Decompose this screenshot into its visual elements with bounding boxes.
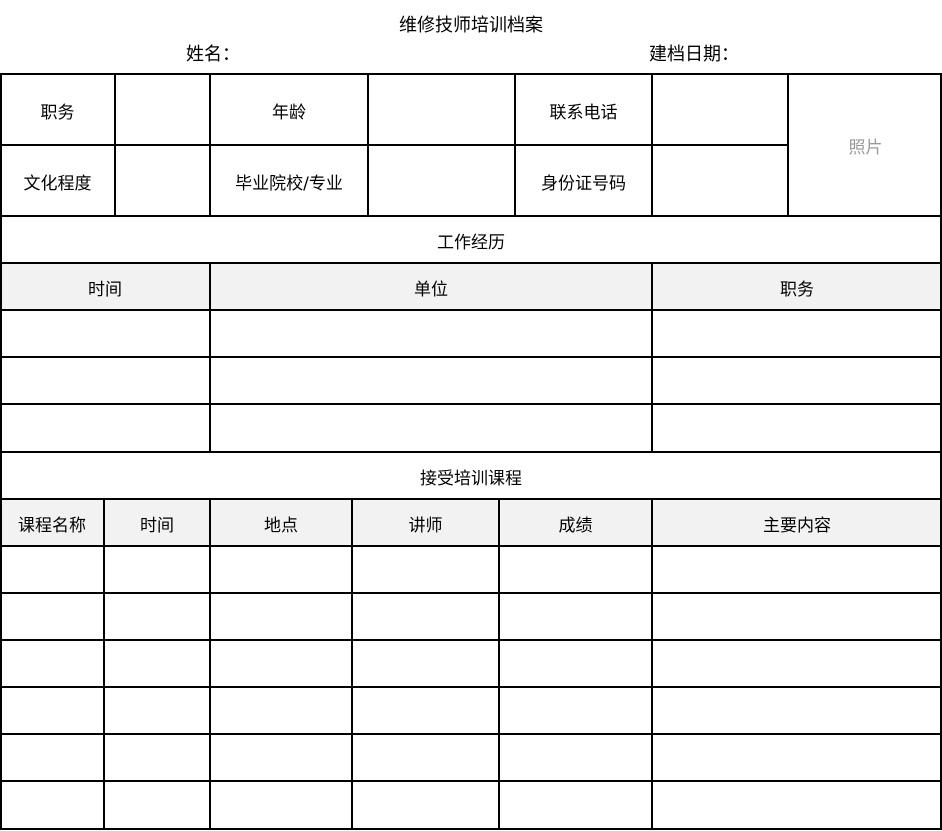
id-value-cell[interactable] <box>652 146 788 216</box>
work-col-time: 时间 <box>88 279 122 300</box>
training-col-time: 时间 <box>140 515 174 536</box>
training-row[interactable] <box>0 594 942 640</box>
table-rule <box>351 498 353 830</box>
photo-placeholder[interactable]: 照片 <box>789 75 942 216</box>
table-rule <box>0 733 942 735</box>
table-rule <box>367 73 369 217</box>
education-value-cell[interactable] <box>115 146 210 216</box>
date-label: 建档日期： <box>649 44 739 65</box>
table-rule <box>209 262 211 453</box>
position-label: 职务 <box>40 102 75 123</box>
work-col-position: 职务 <box>780 279 814 300</box>
training-col-course: 课程名称 <box>18 515 86 536</box>
table-rule <box>0 451 942 453</box>
work-row[interactable] <box>0 311 942 357</box>
table-rule <box>0 686 942 688</box>
age-value-cell[interactable] <box>368 75 515 145</box>
phone-label: 联系电话 <box>549 102 618 123</box>
table-rule <box>103 498 105 830</box>
table-rule <box>0 780 942 782</box>
table-border-left <box>0 73 2 830</box>
table-rule <box>651 498 653 830</box>
table-rule <box>514 73 516 217</box>
table-rule <box>0 592 942 594</box>
table-rule <box>0 262 942 264</box>
table-border-bottom <box>0 828 942 830</box>
table-rule <box>0 144 789 146</box>
table-rule <box>787 73 789 217</box>
page-title: 维修技师培训档案 <box>399 15 543 36</box>
table-rule <box>0 356 942 358</box>
table-rule <box>114 73 116 217</box>
work-row[interactable] <box>0 358 942 404</box>
training-row[interactable] <box>0 688 942 734</box>
table-rule <box>0 403 942 405</box>
training-col-location: 地点 <box>264 515 298 536</box>
training-row[interactable] <box>0 782 942 828</box>
table-border-top <box>0 73 942 75</box>
work-section-title: 工作经历 <box>437 232 505 253</box>
training-section-title: 接受培训课程 <box>420 468 522 489</box>
table-rule <box>0 309 942 311</box>
training-row[interactable] <box>0 547 942 593</box>
training-col-score: 成绩 <box>558 515 593 536</box>
position-value-cell[interactable] <box>115 75 210 145</box>
school-value-cell[interactable] <box>368 146 515 216</box>
work-col-employer: 单位 <box>414 279 448 300</box>
name-label: 姓名： <box>186 44 240 65</box>
age-label: 年龄 <box>272 102 306 123</box>
training-col-content: 主要内容 <box>763 515 831 536</box>
work-row[interactable] <box>0 405 942 451</box>
table-rule <box>0 545 942 547</box>
table-rule <box>651 262 653 453</box>
training-col-lecturer: 讲师 <box>408 515 443 536</box>
education-label: 文化程度 <box>23 173 92 194</box>
school-label: 毕业院校/专业 <box>235 173 343 194</box>
id-label: 身份证号码 <box>541 173 626 194</box>
table-rule <box>0 215 942 217</box>
table-rule <box>0 639 942 641</box>
phone-value-cell[interactable] <box>652 75 788 145</box>
training-row[interactable] <box>0 735 942 781</box>
table-rule <box>209 498 211 830</box>
table-rule <box>498 498 500 830</box>
table-rule <box>0 498 942 500</box>
table-rule <box>651 73 653 217</box>
training-row[interactable] <box>0 641 942 687</box>
table-rule <box>209 73 211 217</box>
